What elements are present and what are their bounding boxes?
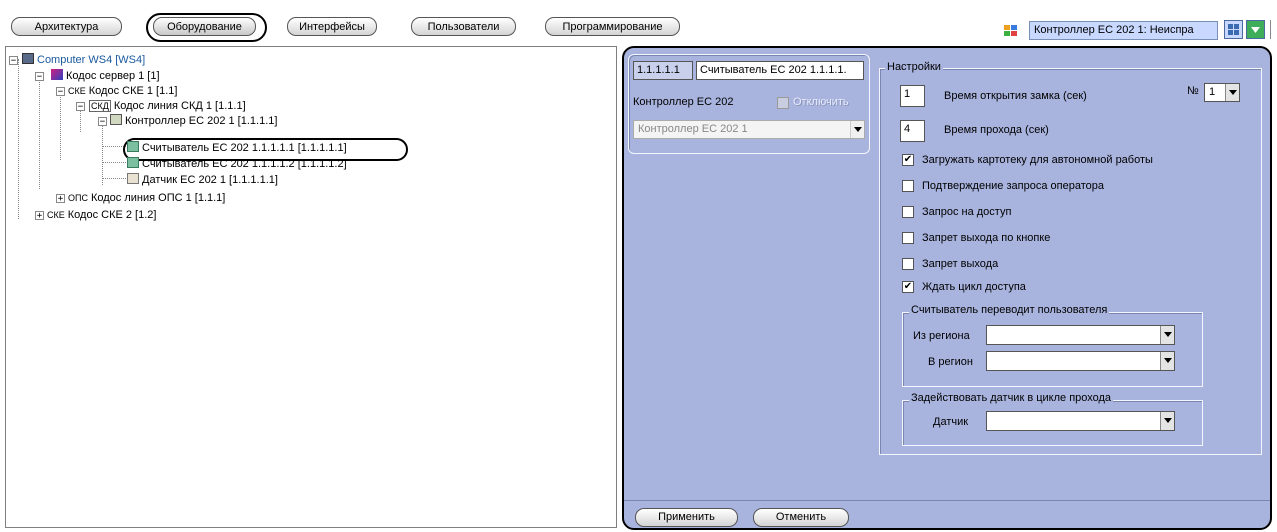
tree-node-sensor[interactable]: Датчик ЕС 202 1 [1.1.1.1.1]: [127, 173, 278, 187]
controller-icon: [110, 114, 122, 125]
number-select[interactable]: 1: [1204, 83, 1240, 102]
top-toolbar: Архитектура Оборудование Интерфейсы Поль…: [0, 0, 1277, 46]
computer-icon: [22, 53, 34, 64]
tree-line: [18, 59, 19, 219]
chevron-down-icon[interactable]: [1246, 20, 1265, 39]
tree-node-ske-1[interactable]: СКЕ Кодос СКЕ 1 [1.1]: [68, 84, 177, 98]
tree-node-reader-1[interactable]: Считыватель ЕС 202 1.1.1.1.1 [1.1.1.1.1]: [127, 141, 347, 155]
from-region-label: Из региона: [913, 330, 970, 342]
object-name-field[interactable]: Считыватель ЕС 202 1.1.1.1.: [696, 61, 864, 80]
expand-toggle[interactable]: +: [35, 211, 44, 221]
apply-button[interactable]: Применить: [635, 508, 738, 527]
tree-line: [39, 75, 40, 189]
disable-label: Отключить: [793, 96, 849, 108]
parent-select[interactable]: Контроллер ЕС 202 1: [633, 120, 865, 139]
tree-node-ske-2[interactable]: СКЕ Кодос СКЕ 2 [1.2]: [47, 208, 156, 222]
pass-time-label: Время прохода (сек): [944, 124, 1049, 136]
tree-line: [60, 90, 61, 160]
exit-ban-checkbox[interactable]: [902, 258, 914, 270]
lock-time-label: Время открытия замка (сек): [944, 90, 1087, 102]
disable-checkbox[interactable]: [777, 97, 789, 109]
tree-node-ops-line[interactable]: ОПС Кодос линия ОПС 1 [1.1.1]: [68, 191, 225, 205]
tree-node-computer[interactable]: Computer WS4 [WS4]: [22, 53, 145, 67]
cancel-button[interactable]: Отменить: [753, 508, 849, 527]
reader-icon: [127, 141, 139, 152]
autonomous-checkbox[interactable]: ✔: [902, 154, 914, 166]
tree-line: [102, 178, 126, 179]
tree-node-server[interactable]: Кодос сервер 1 [1]: [51, 69, 160, 83]
tree-node-skd-line[interactable]: СКД Кодос линия СКД 1 [1.1.1]: [89, 99, 246, 113]
pass-time-input[interactable]: 4: [900, 120, 925, 142]
tab-users[interactable]: Пользователи: [411, 17, 516, 36]
tree-node-reader-2[interactable]: Считыватель ЕС 202 1.1.1.1.2 [1.1.1.1.2]: [127, 157, 347, 171]
ops-icon: ОПС: [68, 193, 88, 203]
sensor-label: Датчик: [933, 416, 969, 428]
access-request-checkbox[interactable]: [902, 206, 914, 218]
tab-architecture[interactable]: Архитектура: [11, 17, 122, 36]
exit-ban-label: Запрет выхода: [922, 258, 999, 270]
collapse-toggle[interactable]: −: [76, 102, 85, 112]
expand-toggle[interactable]: +: [56, 194, 65, 204]
operator-confirm-checkbox[interactable]: [902, 180, 914, 192]
reader-icon: [127, 157, 139, 168]
tree-line: [102, 120, 103, 185]
toolbar-edge: [1270, 20, 1277, 39]
status-box[interactable]: Контроллер ЕС 202 1: Неиспра: [1029, 21, 1218, 40]
hardware-tree[interactable]: − Computer WS4 [WS4] − Кодос сервер 1 [1…: [5, 46, 617, 528]
collapse-toggle[interactable]: −: [56, 87, 65, 97]
bottom-separator: [624, 500, 1270, 501]
operator-confirm-label: Подтверждение запроса оператора: [922, 180, 1104, 192]
wait-cycle-label: Ждать цикл доступа: [922, 281, 1026, 293]
access-request-label: Запрос на доступ: [922, 206, 1012, 218]
to-region-label: В регион: [928, 356, 973, 368]
sensor-group-title: Задействовать датчик в цикле прохода: [909, 392, 1114, 404]
ske-icon: СКЕ: [68, 86, 86, 96]
to-region-select[interactable]: [986, 351, 1175, 371]
lock-time-input[interactable]: 1: [900, 85, 925, 107]
collapse-toggle[interactable]: −: [35, 72, 44, 82]
skd-icon: СКД: [89, 100, 111, 112]
region-group: [902, 312, 1203, 387]
parent-label: Контроллер ЕС 202: [633, 96, 734, 108]
from-region-select[interactable]: [986, 325, 1175, 345]
status-flag-icon: [1004, 25, 1017, 36]
button-exit-ban-label: Запрет выхода по кнопке: [922, 232, 1051, 244]
autonomous-label: Загружать картотеку для автономной работ…: [922, 154, 1153, 166]
object-id-field[interactable]: 1.1.1.1.1: [633, 61, 693, 80]
tab-programming[interactable]: Программирование: [545, 17, 680, 36]
tree-node-controller[interactable]: Контроллер ЕС 202 1 [1.1.1.1]: [110, 114, 277, 128]
region-group-title: Считыватель переводит пользователя: [909, 304, 1110, 316]
tree-line: [102, 162, 126, 163]
collapse-toggle[interactable]: −: [9, 56, 18, 66]
tab-interfaces[interactable]: Интерфейсы: [287, 17, 377, 36]
ske-icon: СКЕ: [47, 210, 65, 220]
collapse-toggle[interactable]: −: [98, 117, 107, 127]
wait-cycle-checkbox[interactable]: ✔: [902, 281, 914, 293]
sensor-icon: [127, 173, 139, 184]
number-label: №: [1187, 85, 1199, 97]
sensor-select[interactable]: [986, 411, 1175, 431]
settings-panel: 1.1.1.1.1 Считыватель ЕС 202 1.1.1.1. Ко…: [622, 46, 1272, 530]
settings-group-title: Настройки: [885, 61, 943, 73]
button-exit-ban-checkbox[interactable]: [902, 232, 914, 244]
server-icon: [51, 69, 63, 80]
tab-equipment[interactable]: Оборудование: [153, 17, 256, 36]
grid-icon[interactable]: [1224, 20, 1243, 39]
